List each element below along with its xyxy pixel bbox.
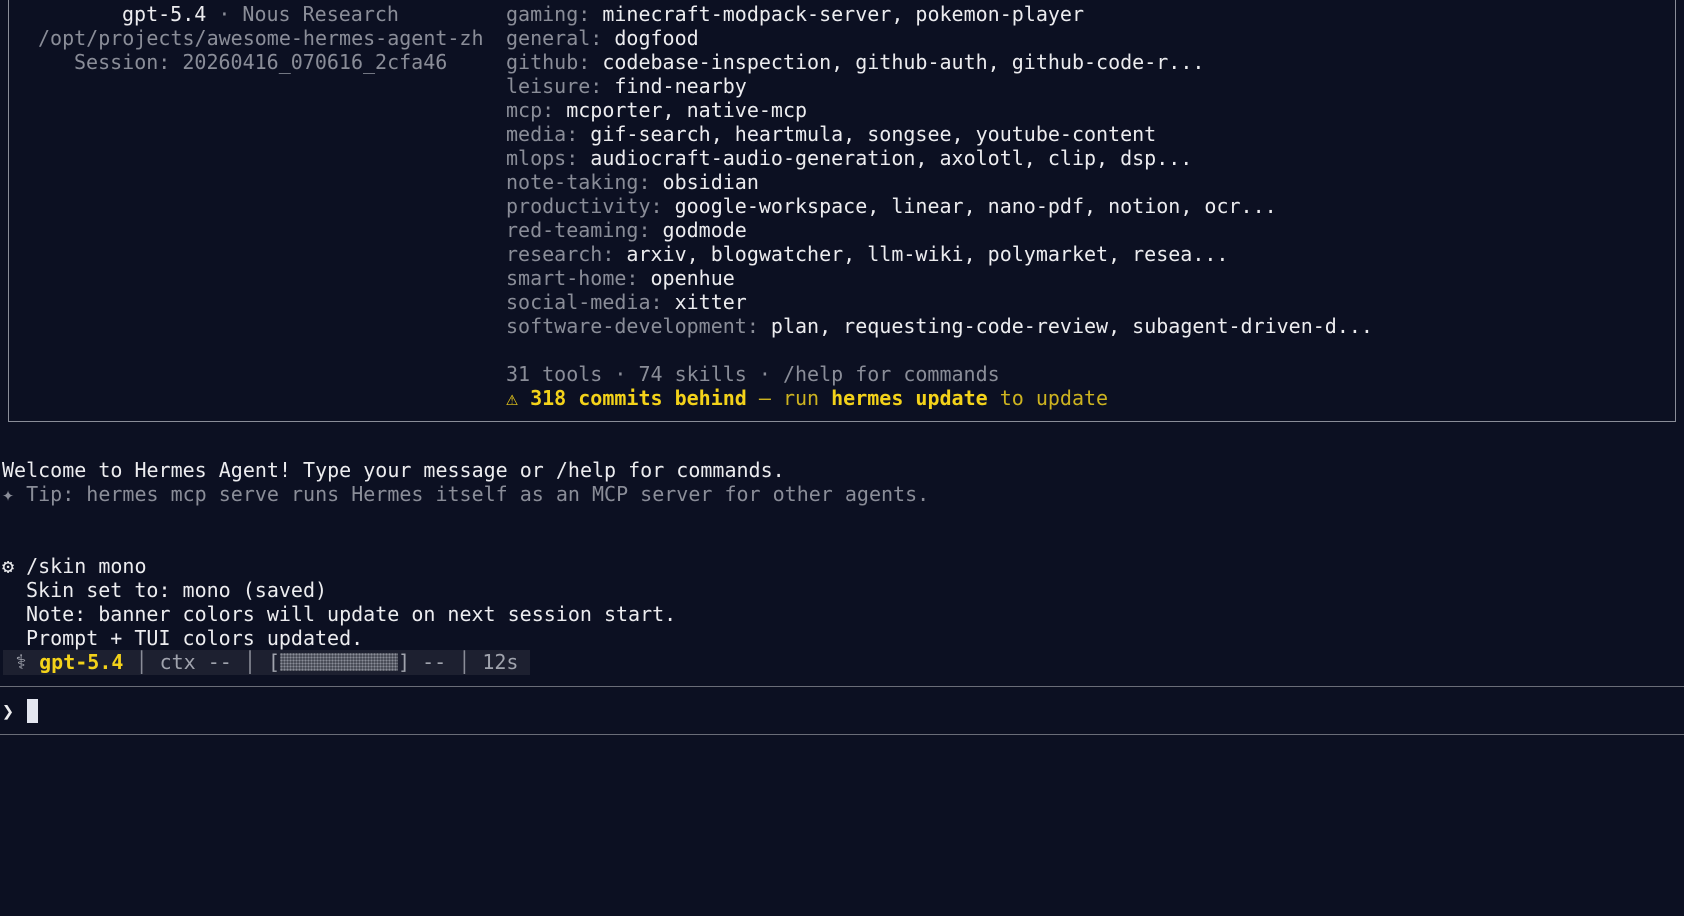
skill-category: red-teaming: (506, 218, 651, 242)
skill-row: software-development: plan, requesting-c… (506, 314, 1373, 338)
command-output-2: Note: banner colors will update on next … (26, 602, 677, 626)
skill-row: leisure: find-nearby (506, 74, 747, 98)
skill-category: gaming: (506, 2, 591, 26)
skill-items: godmode (662, 218, 747, 242)
skill-row: note-taking: obsidian (506, 170, 759, 194)
skill-category: productivity: (506, 194, 663, 218)
update-warning: ⚠ 318 commits behind — run hermes update… (506, 386, 1108, 410)
skill-row: red-teaming: godmode (506, 218, 747, 242)
commits-behind: 318 commits behind (530, 386, 747, 410)
skill-category: github: (506, 50, 591, 74)
skill-items: dogfood (614, 26, 699, 50)
skill-row: research: arxiv, blogwatcher, llm-wiki, … (506, 242, 1228, 266)
skill-category: note-taking: (506, 170, 651, 194)
skill-category: mcp: (506, 98, 555, 122)
skill-items: obsidian (662, 170, 759, 194)
skill-items: find-nearby (614, 74, 747, 98)
status-elapsed: 12s (482, 650, 519, 674)
skill-category: mlops: (506, 146, 579, 170)
banner-session: Session: 20260416_070616_2cfa46 (74, 50, 448, 74)
skill-row: gaming: minecraft-modpack-server, pokemo… (506, 2, 1084, 26)
skill-row: mlops: audiocraft-audio-generation, axol… (506, 146, 1192, 170)
skill-row: github: codebase-inspection, github-auth… (506, 50, 1204, 74)
skill-row: productivity: google-workspace, linear, … (506, 194, 1277, 218)
input-cursor[interactable] (27, 699, 38, 723)
banner-separator: · (206, 2, 243, 26)
skill-category: social-media: (506, 290, 663, 314)
update-command: hermes update (831, 386, 988, 410)
skill-items: google-workspace, linear, nano-pdf, noti… (674, 194, 1277, 218)
gear-icon: ⚙ (2, 554, 15, 578)
welcome-message: Welcome to Hermes Agent! Type your messa… (2, 458, 785, 482)
skill-items: arxiv, blogwatcher, llm-wiki, polymarket… (626, 242, 1229, 266)
skill-items: mcporter, native-mcp (566, 98, 808, 122)
update-tail: to update (987, 386, 1109, 410)
banner-model-line: gpt-5.4 · Nous Research (122, 2, 399, 26)
skill-row: mcp: mcporter, native-mcp (506, 98, 807, 122)
skill-row: social-media: xitter (506, 290, 747, 314)
skill-items: plan, requesting-code-review, subagent-d… (770, 314, 1373, 338)
context-usage-bar (280, 653, 399, 671)
command-text: /skin mono (14, 554, 147, 578)
prompt-symbol: ❯ (2, 699, 15, 723)
skill-category: leisure: (506, 74, 603, 98)
tip-message: ✦ Tip: hermes mcp serve runs Hermes itse… (2, 482, 930, 506)
status-bar-open: [ (267, 650, 281, 674)
input-bottom-rule (0, 734, 1684, 735)
banner-summary: 31 tools · 74 skills · /help for command… (506, 362, 1000, 386)
skill-row: media: gif-search, heartmula, songsee, y… (506, 122, 1156, 146)
skill-row: general: dogfood (506, 26, 699, 50)
command-line: ⚙ /skin mono (2, 554, 147, 578)
input-top-rule (0, 686, 1684, 687)
skill-row: smart-home: openhue (506, 266, 735, 290)
skill-items: openhue (650, 266, 735, 290)
skill-category: general: (506, 26, 603, 50)
status-ctx: ctx -- (159, 650, 232, 674)
skill-items: audiocraft-audio-generation, axolotl, cl… (590, 146, 1193, 170)
update-mid: — run (746, 386, 832, 410)
skill-category: smart-home: (506, 266, 639, 290)
status-bar: ⚕ gpt-5.4 │ ctx -- │ [] -- │ 12s (3, 650, 530, 675)
banner-model: gpt-5.4 (122, 2, 207, 26)
status-bar-close: ] (398, 650, 411, 674)
skill-category: research: (506, 242, 615, 266)
status-bar-value: -- (422, 650, 447, 674)
banner-path: /opt/projects/awesome-hermes-agent-zh (38, 26, 484, 50)
command-output-1: Skin set to: mono (saved) (26, 578, 328, 602)
command-output-3: Prompt + TUI colors updated. (26, 626, 364, 650)
skill-category: software-development: (506, 314, 759, 338)
warning-icon: ⚠ (506, 386, 519, 410)
skill-items: gif-search, heartmula, songsee, youtube-… (590, 122, 1157, 146)
status-model: gpt-5.4 (39, 650, 124, 674)
skill-items: minecraft-modpack-server, pokemon-player (602, 2, 1084, 26)
caduceus-icon: ⚕ (15, 650, 28, 674)
skill-items: xitter (674, 290, 747, 314)
banner-provider: Nous Research (242, 2, 399, 26)
skill-category: media: (506, 122, 579, 146)
skill-items: codebase-inspection, github-auth, github… (602, 50, 1205, 74)
